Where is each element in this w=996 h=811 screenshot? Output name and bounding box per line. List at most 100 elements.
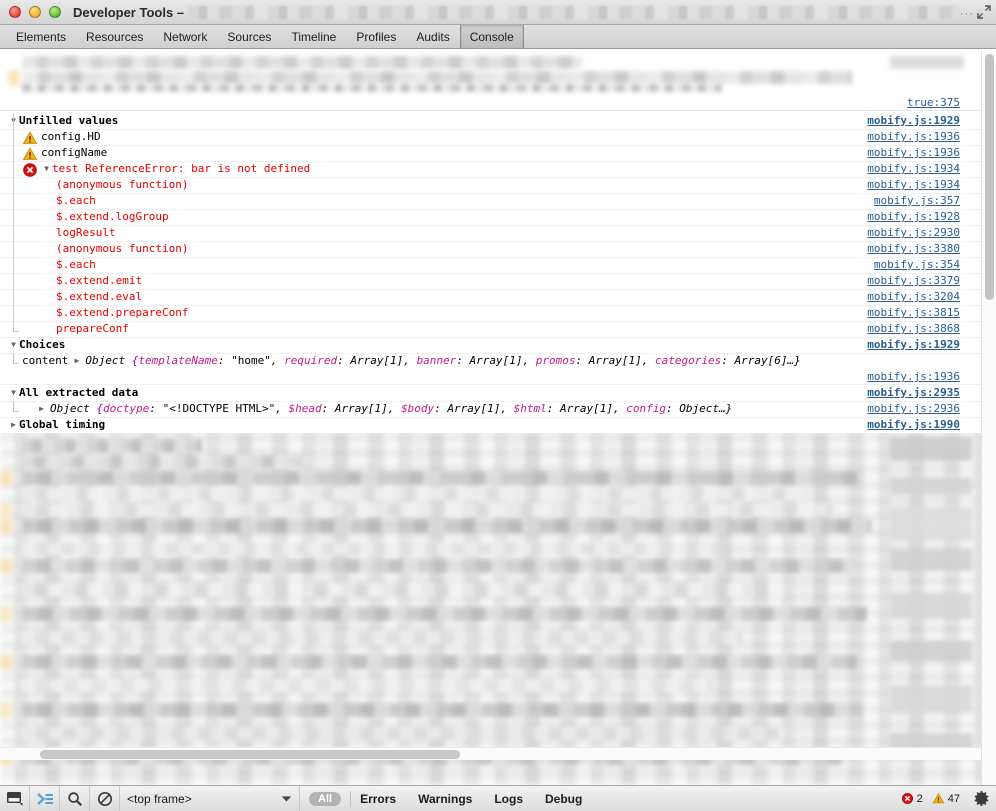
- tab-resources[interactable]: Resources: [76, 25, 153, 48]
- title-overflow-ellipsis: ···: [960, 8, 974, 20]
- console-horizontal-scrollbar-thumb[interactable]: [40, 750, 460, 759]
- source-link[interactable]: mobify.js:3815: [867, 305, 960, 321]
- stack-frame[interactable]: (anonymous function) mobify.js:1934: [0, 177, 981, 194]
- source-link[interactable]: mobify.js:1934: [867, 161, 960, 177]
- search-button[interactable]: [60, 786, 90, 811]
- stack-frame[interactable]: $.extend.prepareConf mobify.js:3815: [0, 305, 981, 322]
- dock-panel-button[interactable]: [0, 786, 30, 811]
- source-link[interactable]: mobify.js:3380: [867, 241, 960, 257]
- console-row-warning-config-hd[interactable]: config.HD mobify.js:1936: [0, 113, 981, 146]
- console-group-unfilled-values[interactable]: Unfilled values mobify.js:1929: [0, 113, 981, 130]
- tab-sources[interactable]: Sources: [217, 25, 281, 48]
- stack-frame[interactable]: logResult mobify.js:2930: [0, 225, 981, 242]
- object-preview: {doctype: "<!DOCTYPE HTML>", $head: Arra…: [96, 402, 733, 415]
- console-vertical-scrollbar-thumb[interactable]: [985, 54, 994, 300]
- console-prompt-icon: [36, 792, 53, 805]
- stack-frame[interactable]: $.each mobify.js:354: [0, 257, 981, 274]
- object-type: Object: [85, 354, 126, 367]
- source-link[interactable]: mobify.js:357: [874, 193, 960, 209]
- filter-all-button[interactable]: All: [309, 791, 342, 806]
- chevron-down-icon[interactable]: [8, 337, 19, 353]
- console-group-global-timing[interactable]: Global timing mobify.js:1990: [0, 417, 981, 434]
- minimize-button[interactable]: [29, 6, 41, 18]
- zoom-button[interactable]: [49, 6, 61, 18]
- console-row-choices-content[interactable]: content Object {templateName: "home", re…: [0, 353, 981, 369]
- source-link[interactable]: mobify.js:354: [874, 257, 960, 273]
- error-message: test ReferenceError: bar is not defined: [52, 162, 311, 175]
- source-link[interactable]: mobify.js:2936: [867, 401, 960, 417]
- execution-context-value: <top frame>: [127, 791, 192, 806]
- stack-frame-label: prepareConf: [56, 322, 129, 335]
- source-link[interactable]: mobify.js:2930: [867, 225, 960, 241]
- tab-timeline[interactable]: Timeline: [281, 25, 346, 48]
- execution-context-select[interactable]: <top frame>: [120, 786, 300, 811]
- console-horizontal-scrollbar[interactable]: [0, 747, 981, 760]
- tab-elements[interactable]: Elements: [6, 25, 76, 48]
- source-link-true-375[interactable]: true:375: [907, 95, 960, 111]
- source-link[interactable]: mobify.js:1934: [867, 177, 960, 193]
- console-panel[interactable]: true:375 Unfilled values mobify.js:1929 …: [0, 50, 996, 785]
- console-vertical-scrollbar[interactable]: [981, 50, 996, 785]
- source-link[interactable]: mobify.js:3379: [867, 273, 960, 289]
- stack-frame-label: (anonymous function): [56, 178, 189, 191]
- source-link[interactable]: mobify.js:1929: [867, 337, 960, 353]
- source-link[interactable]: mobify.js:1936: [867, 145, 960, 161]
- console-bottom-toolbar: <top frame> All Errors Warnings Logs Deb…: [0, 785, 996, 811]
- stack-frame[interactable]: $.extend.emit mobify.js:3379: [0, 273, 981, 290]
- fullscreen-icon[interactable]: [976, 4, 992, 20]
- source-link[interactable]: mobify.js:1928: [867, 209, 960, 225]
- stack-frame[interactable]: $.each mobify.js:357: [0, 193, 981, 210]
- source-link[interactable]: mobify.js:1990: [867, 417, 960, 433]
- warning-icon: [22, 147, 38, 160]
- stack-frame[interactable]: (anonymous function) mobify.js:3380: [0, 241, 981, 258]
- console-row-choices-source[interactable]: mobify.js:1936: [0, 369, 981, 385]
- chevron-right-icon[interactable]: [36, 401, 47, 417]
- group-label: Unfilled values: [19, 114, 119, 127]
- status-counts[interactable]: 2 47: [901, 790, 996, 807]
- chevron-down-icon[interactable]: [41, 161, 52, 177]
- redacted-console-rows-top: [0, 50, 981, 95]
- tab-network[interactable]: Network: [153, 25, 217, 48]
- console-prompt-button[interactable]: [30, 786, 60, 811]
- warning-message: configName: [41, 146, 108, 159]
- source-link[interactable]: mobify.js:2935: [867, 385, 960, 401]
- console-row-extracted-object[interactable]: Object {doctype: "<!DOCTYPE HTML>", $hea…: [0, 401, 981, 418]
- source-link[interactable]: mobify.js:3204: [867, 289, 960, 305]
- stack-frame-label: $.each: [56, 194, 96, 207]
- console-row-error[interactable]: test ReferenceError: bar is not defined …: [0, 161, 981, 178]
- console-row-warning-configname[interactable]: configName mobify.js:1936: [0, 145, 981, 162]
- devtools-tabbar: Elements Resources Network Sources Timel…: [0, 25, 996, 49]
- stack-frame[interactable]: prepareConf mobify.js:3868: [0, 321, 981, 338]
- console-group-choices[interactable]: Choices mobify.js:1929: [0, 337, 981, 354]
- stack-frame[interactable]: $.extend.eval mobify.js:3204: [0, 289, 981, 306]
- console-group-all-extracted-data[interactable]: All extracted data mobify.js:2935: [0, 385, 981, 402]
- stack-frame[interactable]: $.extend.logGroup mobify.js:1928: [0, 209, 981, 226]
- chevron-right-icon[interactable]: [8, 417, 19, 433]
- chevron-down-icon[interactable]: [8, 385, 19, 401]
- stack-frame-label: $.extend.emit: [56, 274, 143, 287]
- stack-frame-label: (anonymous function): [56, 242, 189, 255]
- group-label: Global timing: [19, 418, 106, 431]
- tab-audits[interactable]: Audits: [406, 25, 459, 48]
- toolbar-divider: [350, 790, 352, 807]
- chevron-down-icon[interactable]: [281, 795, 292, 803]
- warning-count: 47: [947, 792, 960, 805]
- tab-profiles[interactable]: Profiles: [346, 25, 406, 48]
- filter-debug-button[interactable]: Debug: [545, 792, 582, 806]
- console-row-top-source[interactable]: true:375: [0, 95, 981, 111]
- filter-logs-button[interactable]: Logs: [494, 792, 523, 806]
- object-preview: {templateName: "home", required: Array[1…: [131, 354, 801, 367]
- clear-console-button[interactable]: [90, 786, 120, 811]
- source-link[interactable]: mobify.js:1929: [867, 113, 960, 129]
- gear-icon[interactable]: [973, 790, 990, 807]
- chevron-right-icon[interactable]: [71, 353, 82, 369]
- tab-console[interactable]: Console: [459, 25, 524, 48]
- close-button[interactable]: [9, 6, 21, 18]
- source-link[interactable]: mobify.js:1936: [867, 369, 960, 385]
- window-titlebar: Developer Tools – ···: [0, 0, 996, 25]
- source-link[interactable]: mobify.js:3868: [867, 321, 960, 337]
- filter-warnings-button[interactable]: Warnings: [418, 792, 472, 806]
- error-icon: [901, 792, 913, 805]
- filter-errors-button[interactable]: Errors: [360, 792, 396, 806]
- source-link[interactable]: mobify.js:1936: [867, 129, 960, 145]
